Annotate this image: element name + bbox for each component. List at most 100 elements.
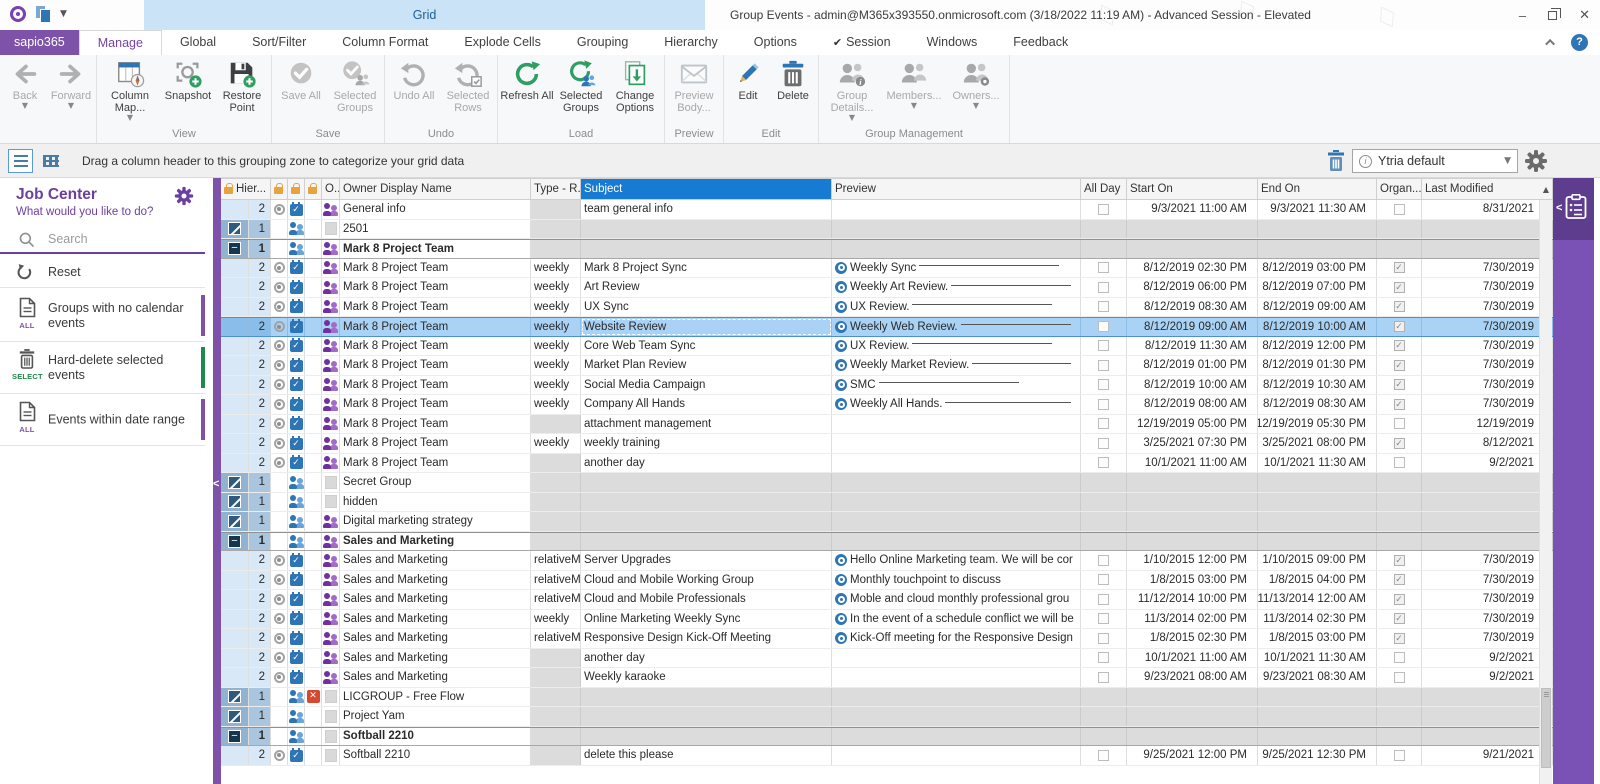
cell-end-on[interactable]: 9/25/2021 12:30 PM [1258,746,1377,765]
cell-owner-display-name[interactable]: Project Yam [340,707,531,726]
cell-start[interactable] [1127,533,1258,551]
app-logo-icon[interactable] [10,6,26,22]
cell-organizer[interactable] [1377,318,1422,336]
cell-last-modified[interactable]: 8/31/2021 [1422,200,1553,219]
cell-preview[interactable]: In the event of a schedule conflict we w… [832,610,1081,629]
col-header-organ[interactable]: Organ... [1377,179,1422,200]
cell-last-modified[interactable]: 7/30/2019 [1422,259,1553,278]
cell-start[interactable] [1127,473,1258,492]
cell-end-on[interactable]: 10/1/2021 11:30 AM [1258,649,1377,668]
cell-allday[interactable] [1081,240,1127,258]
cell-all-day[interactable] [1081,298,1127,317]
cell-owner-display-name[interactable]: Mark 8 Project Team [340,415,531,434]
all-day-checkbox[interactable] [1098,594,1109,605]
cell-end-on[interactable]: 9/3/2021 11:30 AM [1258,200,1377,219]
cell-subject[interactable]: Online Marketing Weekly Sync [581,610,832,629]
cell-last-modified[interactable]: 7/30/2019 [1422,318,1553,336]
cell-start-on[interactable]: 8/12/2019 11:30 AM [1127,337,1258,356]
group-details-button[interactable]: i Group Details...▼ [821,55,883,121]
cell-preview[interactable] [832,493,1081,512]
event-row[interactable]: 2Softball 2210delete this please9/25/202… [221,746,1553,766]
cell-preview[interactable] [832,688,1081,707]
cell-selector[interactable]: − [221,728,249,746]
organizer-checkbox[interactable] [1394,574,1405,585]
cell-all-day[interactable] [1081,629,1127,648]
cell-start-on[interactable]: 9/25/2021 12:00 PM [1127,746,1258,765]
cell-mod[interactable] [1422,707,1553,726]
col-header-hier[interactable]: Hier... [221,179,271,200]
organizer-checkbox[interactable] [1394,379,1405,390]
cell-owner-display-name[interactable]: 2501 [340,220,531,239]
all-day-checkbox[interactable] [1098,555,1109,566]
cell-last-modified[interactable]: 7/30/2019 [1422,629,1553,648]
cell-owner-display-name[interactable]: Mark 8 Project Team [340,356,531,375]
cell-preview[interactable] [832,473,1081,492]
cell-organizer[interactable] [1377,610,1422,629]
event-row[interactable]: 2Mark 8 Project Teamattachment managemen… [221,415,1553,435]
cell-end-on[interactable]: 10/1/2021 11:30 AM [1258,454,1377,473]
cell-subject[interactable]: Cloud and Mobile Professionals [581,590,832,609]
cell-last-modified[interactable]: 8/12/2021 [1422,434,1553,453]
cell-owner-display-name[interactable]: Sales and Marketing [340,668,531,687]
cell-subject[interactable]: Mark 8 Project Sync [581,259,832,278]
cell-owner-display-name[interactable]: Mark 8 Project Team [340,298,531,317]
organizer-checkbox[interactable] [1394,204,1405,215]
tab-options[interactable]: Options [736,30,815,55]
cell-organizer[interactable] [1377,337,1422,356]
cell-owner-display-name[interactable]: Sales and Marketing [340,590,531,609]
owners-button[interactable]: Owners...▼ [945,55,1007,109]
col-header-end-on[interactable]: End On [1258,179,1377,200]
cell-last-modified[interactable]: 7/30/2019 [1422,395,1553,414]
cell-organizer[interactable] [1377,668,1422,687]
tab-global[interactable]: Global [162,30,234,55]
cell-end-on[interactable]: 8/12/2019 08:30 AM [1258,395,1377,414]
cell-type[interactable]: relativeMc [531,590,581,609]
group-row[interactable]: −1Softball 2210 [221,727,1553,747]
organizer-checkbox[interactable] [1394,652,1405,663]
job-item-1[interactable]: ALLGroups with no calendar events [0,290,205,342]
cell-owner-display-name[interactable]: Sales and Marketing [340,571,531,590]
all-day-checkbox[interactable] [1098,360,1109,371]
cell-start-on[interactable]: 8/12/2019 10:00 AM [1127,376,1258,395]
cell-preview[interactable]: Kick-Off meeting for the Responsive Desi… [832,629,1081,648]
cell-owner-display-name[interactable]: General info [340,200,531,219]
column-map-button[interactable]: Column Map...▼ [99,55,161,121]
organizer-checkbox[interactable] [1394,301,1405,312]
cell-selector[interactable] [221,590,249,609]
cell-end-on[interactable]: 9/23/2021 08:30 AM [1258,668,1377,687]
all-day-checkbox[interactable] [1098,750,1109,761]
organizer-checkbox[interactable] [1394,555,1405,566]
cell-organizer[interactable] [1377,298,1422,317]
cell-type[interactable]: weekly [531,298,581,317]
cell-owner-display-name[interactable]: Sales and Marketing [340,610,531,629]
cell-owner-display-name[interactable]: Mark 8 Project Team [340,278,531,297]
cell-end-on[interactable]: 8/12/2019 03:00 PM [1258,259,1377,278]
organizer-checkbox[interactable] [1394,418,1405,429]
cell-preview[interactable] [832,707,1081,726]
cell-subject[interactable]: Art Review [581,278,832,297]
cell-organizer[interactable] [1377,200,1422,219]
cell-subject[interactable] [581,707,832,726]
cell-selector[interactable] [221,688,249,707]
cell-preview[interactable] [832,220,1081,239]
cell-owner-display-name[interactable]: Secret Group [340,473,531,492]
cell-type[interactable]: weekly [531,278,581,297]
cell-type[interactable] [531,473,581,492]
cell-owner-display-name[interactable]: Sales and Marketing [340,649,531,668]
right-panel-header[interactable]: < [1553,178,1594,240]
cell-type[interactable] [531,649,581,668]
cell-start-on[interactable]: 11/3/2014 02:00 PM [1127,610,1258,629]
cell-owner-display-name[interactable]: Mark 8 Project Team [340,318,531,336]
preview-body-button[interactable]: Preview Body... [667,55,721,114]
cell-start[interactable] [1127,512,1258,531]
cell-type[interactable] [531,493,581,512]
col-header-last-modified[interactable]: Last Modified▲ [1422,179,1553,200]
members-button[interactable]: Members...▼ [883,55,945,109]
tab-session[interactable]: ✔Session [815,30,909,55]
cell-last-modified[interactable]: 7/30/2019 [1422,298,1553,317]
cell-all-day[interactable] [1081,434,1127,453]
edit-button[interactable]: Edit [726,55,770,102]
partial-select-icon[interactable] [228,222,241,235]
cell-start-on[interactable]: 11/12/2014 10:00 PM [1127,590,1258,609]
cell-type[interactable] [531,746,581,765]
